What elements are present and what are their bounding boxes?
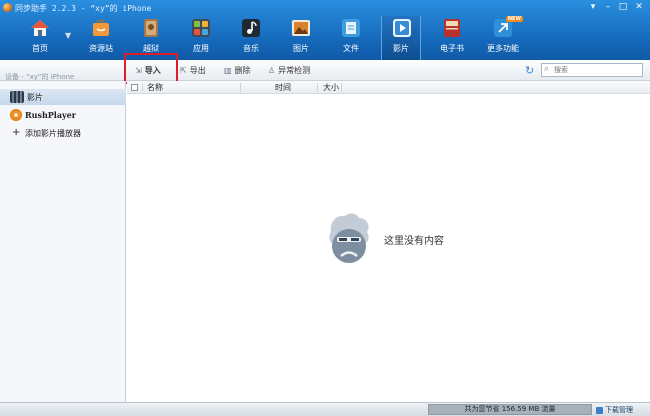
photos-icon xyxy=(292,20,310,36)
select-all-checkbox[interactable] xyxy=(131,84,138,91)
trash-icon: ▥ xyxy=(224,66,232,75)
sidebar-item-rushplayer[interactable]: RushPlayer xyxy=(0,107,126,123)
status-bar: 共为您节省 156.59 MB 流量 下载管理 xyxy=(0,402,650,416)
sidebar: 影片 RushPlayer + 添加影片播放器 xyxy=(0,81,126,402)
nav-music[interactable]: 音乐 xyxy=(231,16,271,60)
nav-files[interactable]: 文件 xyxy=(331,16,371,60)
ebooks-icon xyxy=(444,19,460,37)
sad-face-icon xyxy=(329,213,369,263)
minimize-icon[interactable]: – xyxy=(601,2,615,13)
apps-icon xyxy=(192,19,210,37)
menu-dropdown-icon[interactable]: ▾ xyxy=(586,2,600,13)
export-icon: ⇱ xyxy=(180,66,187,75)
nav-ebooks[interactable]: 电子书 xyxy=(432,16,472,60)
table-header: 名称 时间 大小 xyxy=(127,81,650,94)
movies-icon xyxy=(393,19,411,37)
window-title: 同步助手 2.2.3 - “xy”的 iPhone xyxy=(15,4,152,13)
user-check-icon: ♙ xyxy=(268,66,276,75)
traffic-saved-box: 共为您节省 156.59 MB 流量 xyxy=(428,404,592,415)
nav-store[interactable]: 资源站 xyxy=(81,16,121,60)
home-dropdown-icon[interactable]: ▼ xyxy=(65,31,71,40)
sidebar-item-add-player[interactable]: + 添加影片播放器 xyxy=(0,125,126,141)
nav-apps[interactable]: 应用 xyxy=(181,16,221,60)
close-icon[interactable]: ✕ xyxy=(631,2,647,13)
top-toolbar: 同步助手 2.2.3 - “xy”的 iPhone ▾ – □ ✕ 首页 ▼ 资… xyxy=(0,0,650,60)
empty-message: 这里没有内容 xyxy=(384,236,444,247)
download-icon xyxy=(596,406,603,414)
column-size[interactable]: 大小 xyxy=(323,82,339,93)
download-manager-button[interactable]: 下载管理 xyxy=(596,405,633,415)
delete-button[interactable]: ▥ 删除 xyxy=(224,64,251,77)
home-icon xyxy=(31,20,49,36)
import-highlight-box xyxy=(124,53,178,84)
nav-home[interactable]: 首页 xyxy=(20,16,60,60)
nav-more[interactable]: NEW 更多功能 xyxy=(483,16,523,60)
jailbreak-icon xyxy=(144,19,158,37)
search-box[interactable]: ⌕ xyxy=(541,63,643,77)
action-toolbar: 设备 - “xy”的 iPhone ⇲ 导入 ⇱ 导出 ▥ 删除 ♙ 异常检测 … xyxy=(0,60,650,81)
maximize-icon[interactable]: □ xyxy=(616,2,630,13)
title-bar: 同步助手 2.2.3 - “xy”的 iPhone ▾ – □ ✕ xyxy=(0,0,650,16)
nav-photos[interactable]: 图片 xyxy=(281,16,321,60)
app-logo-icon xyxy=(3,3,12,12)
nav-movies[interactable]: 影片 xyxy=(381,16,421,60)
export-button[interactable]: ⇱ 导出 xyxy=(180,64,206,77)
window-controls: ▾ – □ ✕ xyxy=(586,2,647,13)
traffic-saved-text: 共为您节省 156.59 MB 流量 xyxy=(464,405,556,413)
plus-icon: + xyxy=(12,127,21,138)
film-icon xyxy=(10,91,24,103)
search-icon: ⌕ xyxy=(544,64,550,74)
music-icon xyxy=(242,19,260,37)
anomaly-check-button[interactable]: ♙ 异常检测 xyxy=(268,64,310,77)
main-nav: 首页 ▼ 资源站 越狱 应用 音乐 图片 文件 影片 电子书 NEW 更多功能 xyxy=(0,16,540,60)
new-badge: NEW xyxy=(505,16,523,22)
store-icon xyxy=(93,19,109,36)
files-icon xyxy=(342,19,360,37)
empty-state: 这里没有内容 xyxy=(327,212,467,264)
rushplayer-icon xyxy=(10,109,22,121)
search-input[interactable] xyxy=(554,65,640,75)
refresh-icon[interactable]: ↻ xyxy=(525,64,534,77)
sidebar-item-movies[interactable]: 影片 xyxy=(0,89,126,105)
column-time[interactable]: 时间 xyxy=(275,82,291,93)
column-name[interactable]: 名称 xyxy=(147,82,163,93)
content-area: 名称 时间 大小 这里没有内容 xyxy=(127,81,650,402)
